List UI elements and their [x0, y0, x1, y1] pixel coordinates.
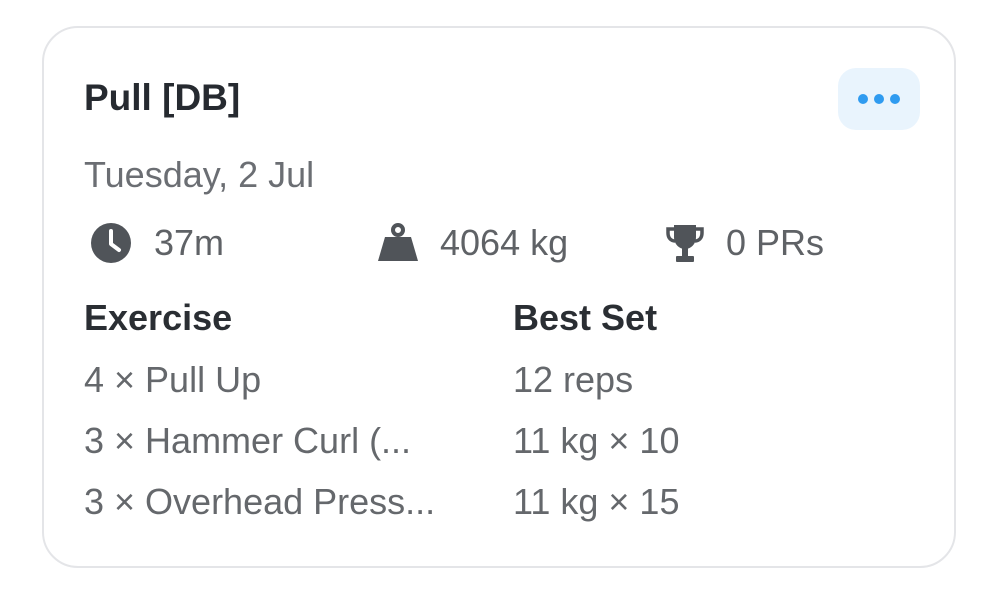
best-set-value: 11 kg × 15	[513, 481, 680, 522]
exercise-column-header: Exercise	[84, 297, 233, 338]
duration-stat: 37m	[90, 221, 224, 265]
ellipsis-icon	[858, 94, 900, 104]
exercise-name: 3 × Hammer Curl (...	[84, 420, 412, 461]
volume-stat: 4064 kg	[377, 221, 568, 265]
workout-card[interactable]: Pull [DB] Tuesday, 2 Jul 37m 4064 kg 0 P…	[42, 26, 956, 568]
best-set-column-header: Best Set	[513, 297, 658, 338]
weight-icon	[377, 223, 419, 263]
clock-icon	[90, 222, 132, 264]
workout-title: Pull [DB]	[84, 77, 241, 118]
exercise-name: 3 × Overhead Press...	[84, 481, 436, 522]
best-set-value: 11 kg × 10	[513, 420, 680, 461]
workout-date: Tuesday, 2 Jul	[84, 154, 315, 195]
trophy-icon	[664, 222, 706, 264]
more-options-button[interactable]	[838, 68, 920, 130]
prs-value: 0 PRs	[726, 222, 825, 263]
prs-stat: 0 PRs	[664, 221, 824, 265]
duration-value: 37m	[154, 222, 225, 263]
exercise-name: 4 × Pull Up	[84, 359, 262, 400]
best-set-value: 12 reps	[513, 359, 634, 400]
volume-value: 4064 kg	[440, 222, 569, 263]
